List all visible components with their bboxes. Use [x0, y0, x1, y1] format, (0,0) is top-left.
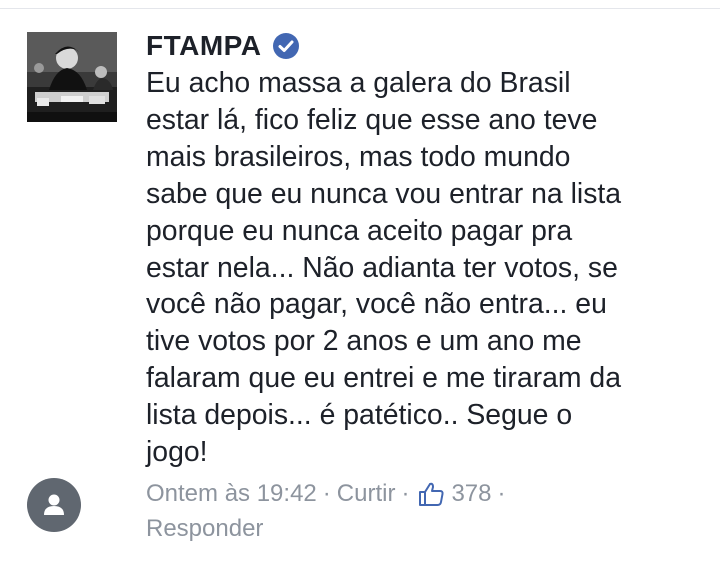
- comment-line: tive votos por 2 anos e um ano me: [146, 325, 582, 358]
- comment-text: Eu acho massa a galera do Brasil estar l…: [146, 65, 706, 471]
- comment-line: falaram que eu entrei e me tiraram da: [146, 362, 621, 395]
- reply-button[interactable]: Responder: [146, 511, 263, 546]
- comment-actions: Ontem às 19:42 · Curtir · 378 · Responde…: [146, 476, 616, 546]
- comment-line: sabe que eu nunca vou entrar na lista: [146, 177, 622, 210]
- like-count[interactable]: 378: [451, 476, 491, 511]
- comment-line: Eu acho massa a galera do Brasil: [146, 67, 571, 99]
- separator-dot: ·: [497, 480, 506, 507]
- thumbs-up-icon[interactable]: [417, 480, 445, 508]
- comment-line: mais brasileiros, mas todo mundo: [146, 140, 571, 173]
- top-divider: [0, 8, 720, 9]
- user-avatar[interactable]: [27, 478, 81, 532]
- author-name[interactable]: FTAMPA: [146, 30, 262, 62]
- comment-line: porque eu nunca aceito pagar pra: [146, 214, 573, 247]
- comment-line: você não pagar, você não entra... eu: [146, 288, 607, 321]
- author-photo: [27, 32, 117, 122]
- comment-timestamp[interactable]: Ontem às 19:42: [146, 476, 317, 511]
- verified-badge-icon: [272, 32, 300, 60]
- comment-line: estar lá, fico feliz que esse ano teve: [146, 103, 598, 136]
- user-silhouette-icon: [44, 494, 64, 515]
- separator-dot: ·: [401, 480, 410, 507]
- like-button[interactable]: Curtir: [337, 476, 396, 511]
- comment-line: jogo!: [146, 436, 208, 469]
- comment-line: lista depois... é patético.. Segue o: [146, 399, 573, 432]
- separator-dot: ·: [322, 480, 331, 507]
- comment-line: estar nela... Não adianta ter votos, se: [146, 251, 618, 284]
- comment-header: FTAMPA: [146, 28, 300, 64]
- author-avatar[interactable]: [27, 32, 117, 122]
